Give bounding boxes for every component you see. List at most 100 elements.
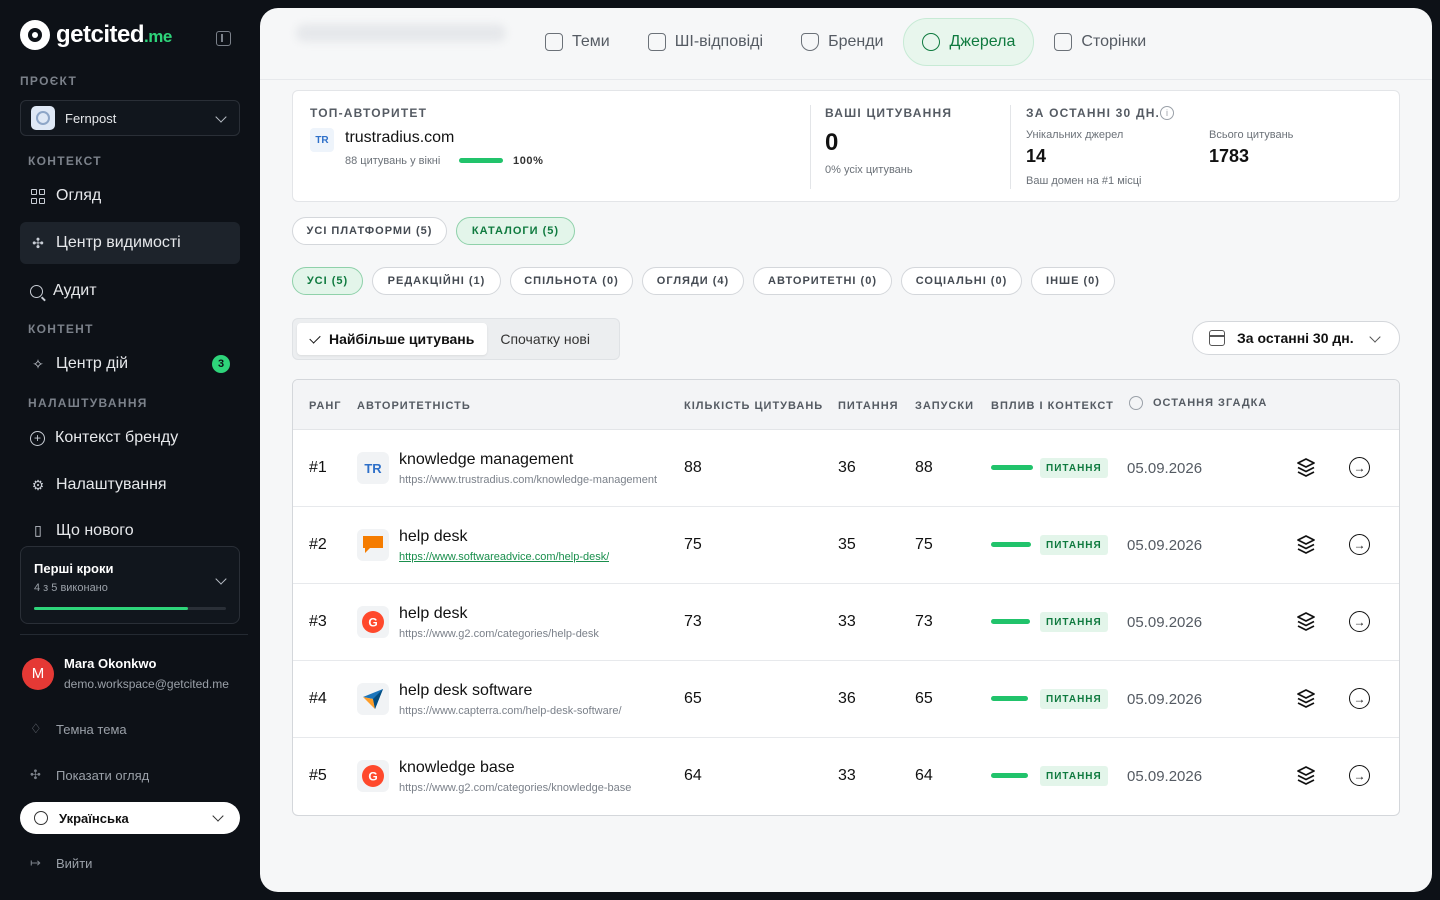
tab-pages[interactable]: Сторінки	[1036, 18, 1164, 66]
language-select[interactable]: Українська	[20, 802, 240, 834]
check-icon	[309, 331, 321, 344]
map-icon	[1054, 33, 1073, 51]
table-row[interactable]: #4 help desk software https://www.capterra…	[293, 661, 1399, 738]
logo-mark-icon	[20, 20, 50, 50]
date-range-select[interactable]: За останні 30 дн.	[1192, 321, 1400, 355]
user-profile[interactable]: M Mara Okonkwo demo.workspace@getcited.m…	[22, 656, 229, 691]
sidebar-item-brand-context[interactable]: + Контекст бренду	[20, 417, 240, 459]
lightbulb-icon: ♢	[30, 721, 42, 736]
tab-label: ШІ-відповіді	[674, 33, 764, 50]
sidebar-item-visibility[interactable]: ✣ Центр видимості	[20, 222, 240, 264]
sort-toggle: Найбільше цитувань Спочатку нові	[292, 318, 620, 360]
source-title: help desk software	[399, 682, 533, 699]
open-arrow-icon[interactable]: →	[1349, 765, 1370, 786]
your-citations-label: ВАШІ ЦИТУВАННЯ	[825, 106, 953, 120]
source-url-link[interactable]: https://www.trustradius.com/knowledge-ma…	[399, 474, 657, 486]
filter-catalogs[interactable]: КАТАЛОГИ (5)	[456, 217, 575, 245]
filter-type-social[interactable]: СОЦІАЛЬНІ (0)	[901, 267, 1022, 295]
top-bar: Теми ШІ-відповіді Бренди Джерела Сторінк…	[260, 8, 1432, 80]
row-runs: 75	[915, 536, 933, 553]
influence-bar	[991, 465, 1033, 470]
header-prompts[interactable]: ПИТАННЯ	[838, 400, 899, 412]
layers-icon[interactable]	[1297, 612, 1315, 632]
filter-type-reviews[interactable]: ОГЛЯДИ (4)	[642, 267, 744, 295]
steps-progress-text: 4 з 5 виконано	[34, 582, 108, 594]
row-citations: 88	[684, 459, 702, 476]
sidebar-item-actions[interactable]: ✧ Центр дій 3	[20, 343, 240, 385]
row-citations: 73	[684, 613, 702, 630]
tab-brands[interactable]: Бренди	[783, 18, 901, 66]
show-tour-link[interactable]: ✣ Показати огляд	[30, 767, 149, 783]
source-url-link[interactable]: https://www.capterra.com/help-desk-softw…	[399, 705, 622, 717]
sidebar-item-audit[interactable]: Аудит	[20, 270, 240, 312]
filter-type-editorial[interactable]: РЕДАКЦІЙНІ (1)	[372, 267, 501, 295]
blurred-header	[296, 24, 506, 42]
row-rank: #1	[309, 459, 327, 476]
calendar-icon	[1209, 330, 1225, 346]
stats-divider	[810, 105, 811, 189]
header-runs[interactable]: ЗАПУСКИ	[915, 400, 974, 412]
sidebar: getcited.me ПРОЄКТ Fernpost КОНТЕКСТ Огл…	[0, 0, 260, 900]
open-arrow-icon[interactable]: →	[1349, 457, 1370, 478]
open-arrow-icon[interactable]: →	[1349, 611, 1370, 632]
unique-sources-sub: Ваш домен на #1 місці	[1026, 175, 1142, 187]
table-row[interactable]: #3 Ghelp desk https://www.g2.com/categorie…	[293, 584, 1399, 661]
layers-icon[interactable]	[1297, 689, 1315, 709]
open-arrow-icon[interactable]: →	[1349, 534, 1370, 555]
top-authority-sub: 88 цитувань у вікні	[345, 155, 441, 167]
project-select[interactable]: Fernpost	[20, 100, 240, 136]
header-citations[interactable]: КІЛЬКІСТЬ ЦИТУВАНЬ	[684, 400, 823, 412]
table-row[interactable]: #1 TR knowledge management https://www.trus…	[293, 430, 1399, 507]
tab-topics[interactable]: Теми	[527, 18, 628, 66]
table-row[interactable]: #5 Gknowledge base https://www.g2.com/cate…	[293, 738, 1399, 815]
header-influence[interactable]: ВПЛИВ І КОНТЕКСТ	[991, 400, 1114, 412]
context-section-label: КОНТЕКСТ	[28, 154, 102, 168]
sidebar-item-overview[interactable]: Огляд	[20, 175, 240, 217]
sidebar-item-settings[interactable]: ⚙ Налаштування	[20, 464, 240, 506]
tab-label: Джерела	[949, 33, 1016, 50]
layers-icon[interactable]	[1297, 535, 1315, 555]
getting-started-card[interactable]: Перші кроки 4 з 5 виконано	[20, 546, 240, 624]
tab-sources[interactable]: Джерела	[903, 18, 1035, 66]
sort-most-cited-button[interactable]: Найбільше цитувань	[297, 323, 488, 355]
collapse-sidebar-icon[interactable]	[216, 31, 231, 46]
sources-table: РАНГ АВТОРИТЕТНІСТЬ КІЛЬКІСТЬ ЦИТУВАНЬ П…	[292, 379, 1400, 816]
chevron-down-icon	[1369, 331, 1381, 343]
source-url-link[interactable]: https://www.g2.com/categories/help-desk	[399, 628, 599, 640]
stats-card: ТОП-АВТОРИТЕТ TR trustradius.com 88 циту…	[292, 90, 1400, 202]
language-value: Українська	[59, 810, 129, 826]
layers-icon[interactable]	[1297, 766, 1315, 786]
header-authority[interactable]: АВТОРИТЕТНІСТЬ	[357, 400, 471, 412]
logo[interactable]: getcited.me	[20, 20, 172, 50]
sort-newest-button[interactable]: Спочатку нові	[487, 323, 603, 355]
filter-type-all[interactable]: УСІ (5)	[292, 267, 363, 295]
filter-type-other[interactable]: ІНШЕ (0)	[1031, 267, 1115, 295]
total-citations-label: Всього цитувань	[1209, 129, 1294, 141]
open-arrow-icon[interactable]: →	[1349, 688, 1370, 709]
theme-toggle-label: Темна тема	[56, 721, 127, 737]
sidebar-item-whats-new[interactable]: ▯ Що нового	[20, 510, 240, 540]
row-rank: #4	[309, 690, 327, 707]
row-runs: 65	[915, 690, 933, 707]
source-title: help desk	[399, 605, 468, 622]
user-email: demo.workspace@getcited.me	[64, 677, 229, 691]
logout-link[interactable]: ↦ Вийти	[30, 855, 92, 871]
table-row[interactable]: #2 help desk https://www.softwareadvice.co…	[293, 507, 1399, 584]
project-name: Fernpost	[65, 110, 117, 126]
header-rank[interactable]: РАНГ	[309, 400, 342, 412]
svg-text:G: G	[368, 770, 377, 784]
tab-label: Теми	[572, 33, 610, 50]
info-icon[interactable]: i	[1160, 106, 1174, 120]
row-rank: #3	[309, 613, 327, 630]
filter-type-authoritative[interactable]: АВТОРИТЕТНІ (0)	[753, 267, 892, 295]
header-last-mention[interactable]: ОСТАННЯ ЗГАДКА	[1153, 397, 1267, 409]
filter-all-platforms[interactable]: УСІ ПЛАТФОРМИ (5)	[292, 217, 447, 245]
source-url-link[interactable]: https://www.g2.com/categories/knowledge-…	[399, 782, 631, 794]
tab-ai-answers[interactable]: ШІ-відповіді	[630, 18, 781, 66]
row-last-mention: 05.09.2026	[1127, 614, 1203, 631]
source-url-link[interactable]: https://www.softwareadvice.com/help-desk…	[399, 551, 609, 563]
clock-icon	[1129, 396, 1143, 410]
theme-toggle[interactable]: ♢ Темна тема	[30, 721, 127, 737]
filter-type-community[interactable]: СПІЛЬНОТА (0)	[510, 267, 633, 295]
layers-icon[interactable]	[1297, 458, 1315, 478]
